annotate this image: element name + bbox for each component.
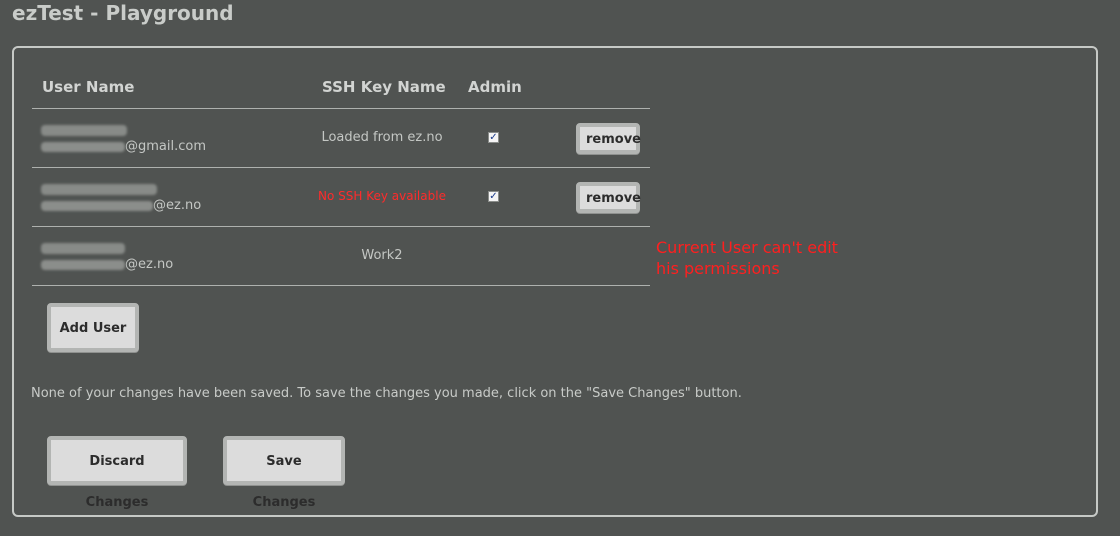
save-changes-button[interactable]: Save Changes [223,436,345,510]
header-admin: Admin [468,78,522,96]
discard-changes-button[interactable]: Discard Changes [47,436,187,510]
redacted-email-local [41,259,125,270]
users-panel: User Name SSH Key Name Admin @gmail.com … [12,46,1098,517]
user-email: @gmail.com [41,139,206,154]
email-domain: @ez.no [153,198,202,213]
redacted-email-local [41,141,125,152]
add-user-button[interactable]: Add User [47,303,139,352]
user-email: @ez.no [41,198,201,213]
remove-button[interactable]: remove [576,182,641,213]
page-title: ezTest - Playground [12,1,234,25]
admin-checkbox[interactable]: ✓ [488,191,499,202]
user-email: @ez.no [41,257,173,272]
redacted-user-name [41,184,157,195]
users-table: User Name SSH Key Name Admin @gmail.com … [32,68,650,286]
unsaved-changes-message: None of your changes have been saved. To… [31,386,742,401]
table-row: @ez.no Work2 [32,227,650,286]
header-user-name: User Name [42,78,135,96]
email-domain: @ez.no [125,257,174,272]
redacted-user-name [41,125,127,136]
ssh-key-name: Loaded from ez.no [321,130,443,145]
remove-button[interactable]: remove [576,123,641,154]
current-user-note: Current User can't edit his permissions [656,238,838,278]
table-header: User Name SSH Key Name Admin [32,68,650,109]
ssh-key-name: Work2 [361,248,403,263]
email-domain: @gmail.com [125,139,207,154]
admin-checkbox[interactable]: ✓ [488,132,499,143]
redacted-user-name [41,243,125,254]
table-row: @gmail.com Loaded from ez.no ✓ remove [32,109,650,168]
ssh-key-missing: No SSH Key available [318,189,446,203]
header-ssh-key-name: SSH Key Name [322,78,446,96]
redacted-email-local [41,200,153,211]
table-row: @ez.no No SSH Key available ✓ remove [32,168,650,227]
